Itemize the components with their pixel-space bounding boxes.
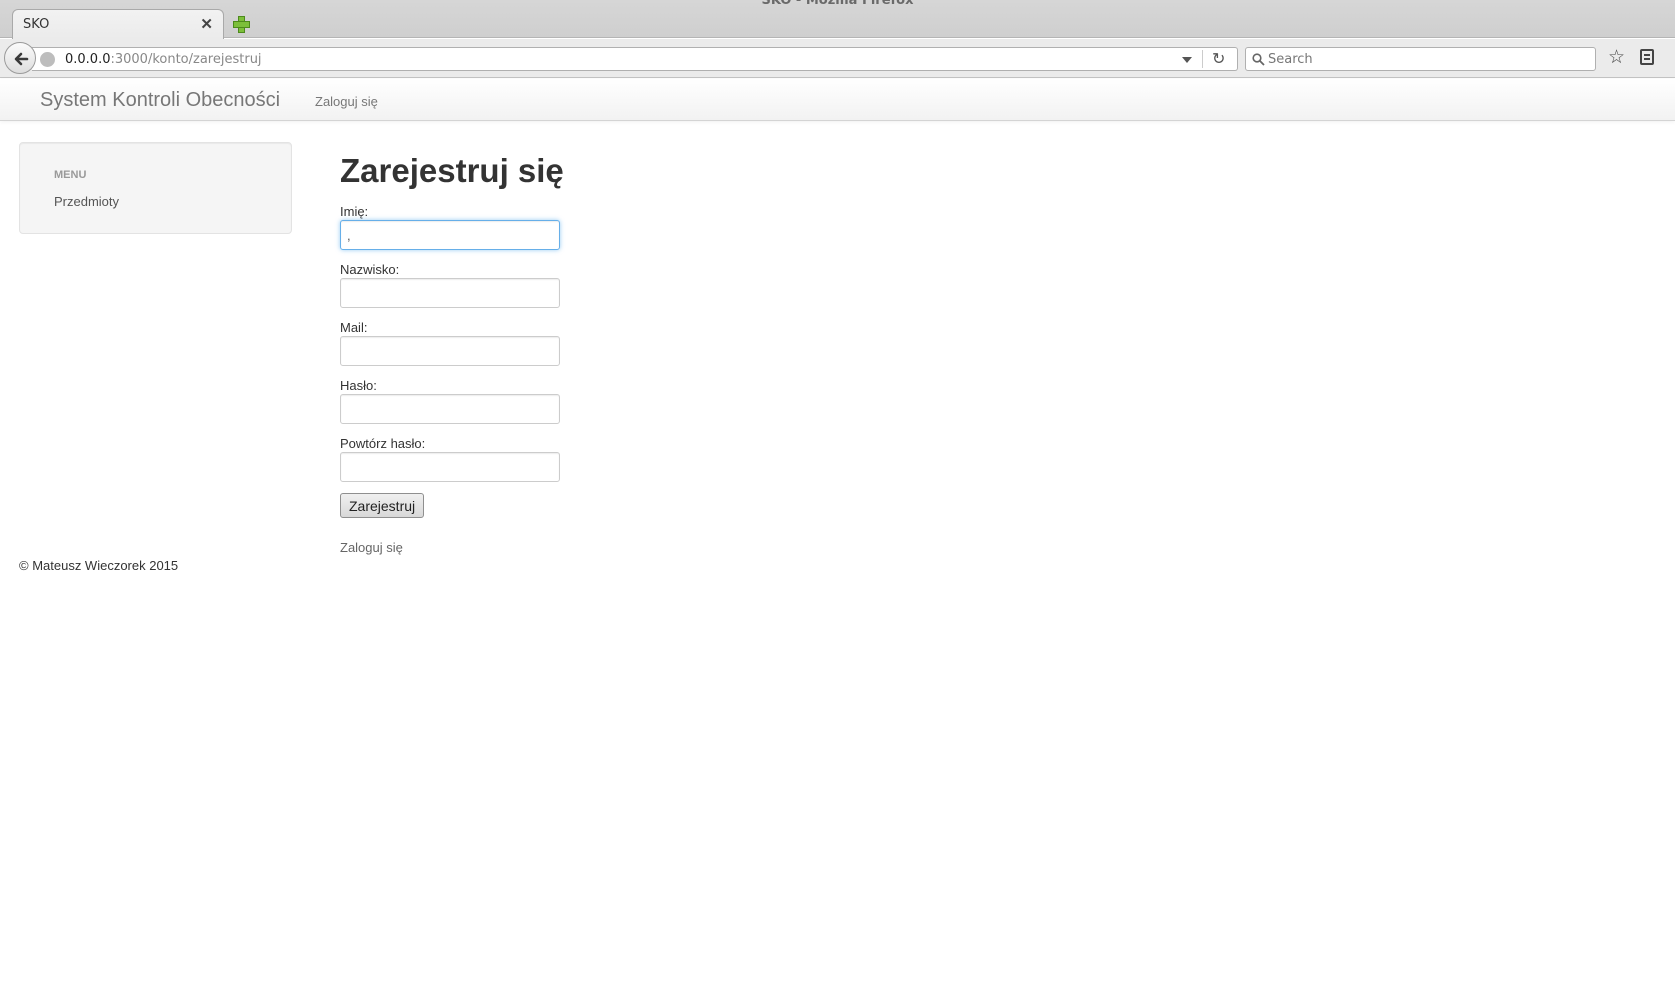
back-arrow-icon [14,52,29,66]
last-name-input[interactable] [340,278,560,308]
browser-titlebar: SKO - Mozilla Firefox SKO ✕ [0,0,1675,39]
tab-title: SKO [23,17,50,32]
nav-login-link[interactable]: Zaloguj się [315,94,378,109]
search-bar[interactable] [1245,47,1596,71]
search-icon [1252,53,1265,66]
back-button[interactable] [4,42,36,74]
menu-header: MENU [54,169,87,181]
window-title: SKO - Mozilla Firefox [761,0,914,8]
first-name-input[interactable] [340,220,560,250]
reload-icon[interactable]: ↻ [1212,49,1225,69]
url-separator [1202,50,1203,68]
browser-tab[interactable]: SKO ✕ [12,9,224,39]
bookmark-star-icon[interactable]: ☆ [1608,46,1625,69]
footer-copyright: © Mateusz Wieczorek 2015 [19,558,179,573]
first-name-label: Imię: [340,204,369,219]
password-input[interactable] [340,394,560,424]
close-tab-icon[interactable]: ✕ [200,15,213,33]
repeat-password-label: Powtórz hasło: [340,436,426,451]
email-input[interactable] [340,336,560,366]
search-input[interactable] [1268,49,1588,69]
password-label: Hasło: [340,378,377,393]
email-label: Mail: [340,320,368,335]
url-text[interactable]: 0.0.0.0:3000/konto/zarejestruj [65,52,262,67]
login-link[interactable]: Zaloguj się [340,540,403,555]
site-navbar: System Kontroli Obecności Zaloguj się [0,79,1675,121]
new-tab-icon[interactable] [232,15,250,33]
url-path: :3000/konto/zarejestruj [110,52,262,67]
brand-link[interactable]: System Kontroli Obecności [40,89,280,112]
url-host: 0.0.0.0 [65,52,111,67]
repeat-password-input[interactable] [340,452,560,482]
last-name-label: Nazwisko: [340,262,400,277]
url-history-dropdown-icon[interactable] [1182,57,1192,63]
sidebar-menu: MENU Przedmioty [19,142,292,234]
browser-toolbar: 0.0.0.0:3000/konto/zarejestruj ↻ ☆ [0,39,1675,78]
bookmarks-list-icon[interactable] [1640,49,1654,65]
register-button[interactable]: Zarejestruj [340,493,425,518]
url-bar[interactable]: 0.0.0.0:3000/konto/zarejestruj ↻ [32,47,1238,71]
page-title: Zarejestruj się [340,152,564,189]
sidebar-item-przedmioty[interactable]: Przedmioty [54,194,119,209]
site-identity-icon[interactable] [40,52,55,67]
